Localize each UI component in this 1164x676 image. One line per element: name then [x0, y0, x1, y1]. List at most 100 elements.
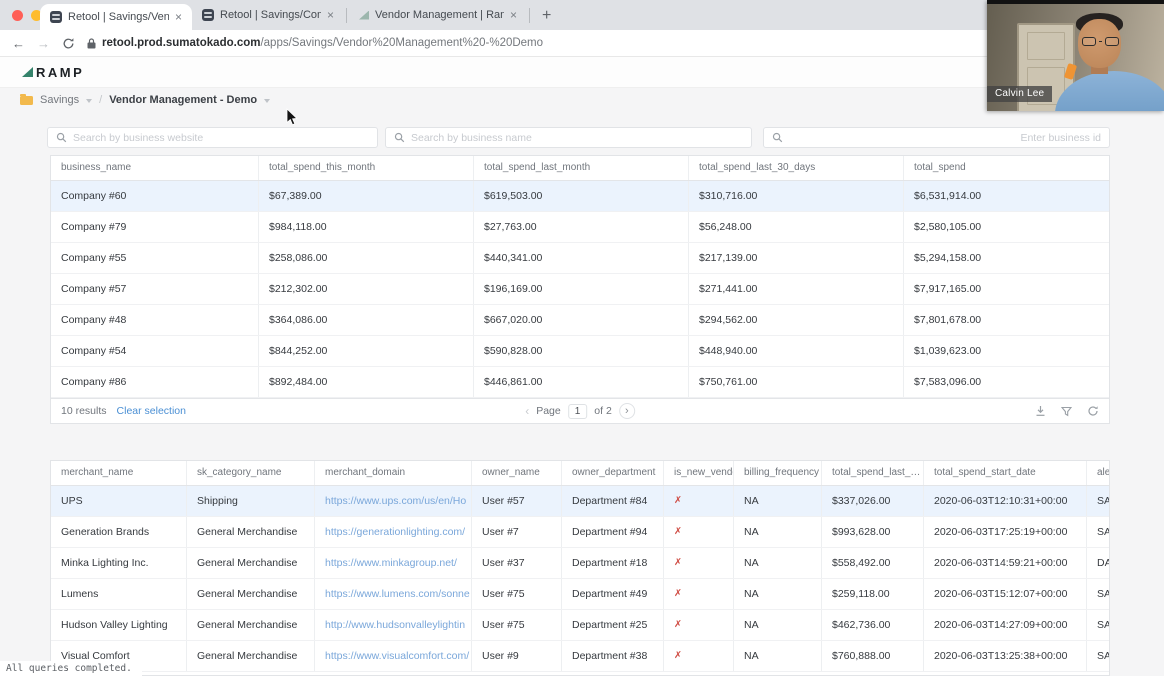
- breadcrumb-page[interactable]: Vendor Management - Demo: [109, 94, 257, 106]
- column-header[interactable]: merchant_domain: [314, 461, 471, 485]
- column-header[interactable]: total_spend_this_month: [258, 156, 473, 180]
- cell-domain-link[interactable]: https://www.lumens.com/sonne: [314, 579, 471, 609]
- ramp-logo: RAMP: [22, 65, 84, 80]
- search-name-input[interactable]: [411, 131, 743, 144]
- close-tab-icon[interactable]: ×: [510, 8, 517, 22]
- lock-icon: [87, 37, 96, 48]
- breadcrumb-separator: /: [99, 94, 103, 106]
- cell-billing-frequency: NA: [733, 517, 821, 547]
- cell-merchant-name: UPS: [61, 495, 83, 507]
- ramp-favicon-icon: [359, 10, 369, 20]
- cell-business-name: Company #86: [61, 376, 127, 388]
- cell-spend: $619,503.00: [473, 181, 688, 211]
- clear-selection-link[interactable]: Clear selection: [117, 405, 186, 417]
- cell-domain-link[interactable]: https://generationlighting.com/: [314, 517, 471, 547]
- column-header[interactable]: total_spend: [903, 156, 1109, 180]
- close-window-button[interactable]: [12, 10, 23, 21]
- tab-title: Retool | Savings/Vendor Mana: [68, 11, 169, 23]
- refresh-icon[interactable]: [1087, 405, 1099, 417]
- table-row[interactable]: Company #79 $984,118.00 $27,763.00 $56,2…: [51, 212, 1109, 243]
- cell-spend: $259,118.00: [821, 579, 923, 609]
- column-header[interactable]: owner_department: [561, 461, 663, 485]
- search-row: [47, 127, 1110, 148]
- next-page-icon[interactable]: ›: [618, 403, 635, 419]
- search-website-input[interactable]: [73, 131, 369, 144]
- tab-retool-vendor-management[interactable]: Retool | Savings/Vendor Mana ×: [40, 4, 192, 30]
- reload-icon[interactable]: [62, 37, 75, 50]
- column-header[interactable]: business_name: [51, 156, 258, 180]
- cell-start-date: 2020-06-03T14:27:09+00:00: [923, 610, 1086, 640]
- table-row[interactable]: Generation Brands General Merchandise ht…: [51, 517, 1109, 548]
- column-header[interactable]: total_spend_last_30_days: [821, 461, 923, 485]
- table-row[interactable]: Minka Lighting Inc. General Merchandise …: [51, 548, 1109, 579]
- column-header[interactable]: alert_status: [1086, 461, 1109, 485]
- tab-retool-command-center[interactable]: Retool | Savings/Command Ce ×: [192, 0, 344, 30]
- cell-billing-frequency: NA: [733, 548, 821, 578]
- filter-icon[interactable]: [1061, 406, 1072, 417]
- column-header[interactable]: sk_category_name: [186, 461, 314, 485]
- cell-alert-status: SAFE: [1086, 486, 1109, 516]
- participant-name-label: Calvin Lee: [987, 86, 1053, 102]
- cell-department: Department #49: [561, 579, 663, 609]
- cell-alert-status: DANGER: [1086, 548, 1109, 578]
- cell-owner: User #37: [471, 548, 561, 578]
- query-status-bar: All queries completed.: [0, 661, 142, 676]
- cell-department: Department #38: [561, 641, 663, 671]
- table-row[interactable]: Visual Comfort General Merchandise https…: [51, 641, 1109, 672]
- column-header[interactable]: total_spend_last_month: [473, 156, 688, 180]
- cell-domain-link[interactable]: https://www.ups.com/us/en/Ho: [314, 486, 471, 516]
- tab-divider: [346, 8, 347, 23]
- chevron-down-icon[interactable]: [86, 99, 93, 103]
- close-tab-icon[interactable]: ×: [327, 8, 334, 22]
- new-tab-button[interactable]: +: [542, 7, 551, 25]
- cell-domain-link[interactable]: https://www.visualcomfort.com/: [314, 641, 471, 671]
- prev-page-icon[interactable]: ‹: [525, 404, 529, 418]
- search-by-website-field[interactable]: [47, 127, 378, 148]
- cell-owner: User #75: [471, 610, 561, 640]
- column-header[interactable]: merchant_name: [51, 461, 186, 485]
- tab-divider: [529, 8, 530, 23]
- column-header[interactable]: total_spend_last_30_days: [688, 156, 903, 180]
- business-spend-table: business_name total_spend_this_month tot…: [50, 155, 1110, 424]
- table-row[interactable]: Company #60 $67,389.00 $619,503.00 $310,…: [51, 181, 1109, 212]
- search-icon: [56, 132, 67, 143]
- table-row[interactable]: Lumens General Merchandise https://www.l…: [51, 579, 1109, 610]
- business-id-input[interactable]: [789, 131, 1101, 144]
- cell-owner: User #75: [471, 579, 561, 609]
- column-header[interactable]: billing_frequency: [733, 461, 821, 485]
- forward-icon[interactable]: →: [37, 36, 50, 51]
- merchant-table: merchant_name sk_category_name merchant_…: [50, 460, 1110, 676]
- results-count: 10 results: [61, 405, 107, 417]
- retool-favicon-icon: [202, 9, 214, 21]
- search-by-name-field[interactable]: [385, 127, 752, 148]
- cell-category: General Merchandise: [186, 548, 314, 578]
- cell-spend: $27,763.00: [473, 212, 688, 242]
- cell-spend: $462,736.00: [821, 610, 923, 640]
- cell-domain-link[interactable]: https://www.minkagroup.net/: [314, 548, 471, 578]
- table-row[interactable]: Company #54 $844,252.00 $590,828.00 $448…: [51, 336, 1109, 367]
- column-header[interactable]: total_spend_start_date: [923, 461, 1086, 485]
- business-id-field[interactable]: [763, 127, 1110, 148]
- table-row[interactable]: Company #57 $212,302.00 $196,169.00 $271…: [51, 274, 1109, 305]
- chevron-down-icon[interactable]: [264, 99, 271, 103]
- table-row[interactable]: UPS Shipping https://www.ups.com/us/en/H…: [51, 486, 1109, 517]
- cell-spend: $750,761.00: [688, 367, 903, 397]
- table-row[interactable]: Company #86 $892,484.00 $446,861.00 $750…: [51, 367, 1109, 398]
- cell-business-name: Company #55: [61, 252, 127, 264]
- close-tab-icon[interactable]: ×: [175, 10, 182, 24]
- page-number-input[interactable]: 1: [567, 403, 588, 419]
- column-header[interactable]: owner_name: [471, 461, 561, 485]
- cell-new-vendor-x-icon: ✗: [663, 610, 733, 640]
- cell-spend: $2,580,105.00: [903, 212, 1109, 242]
- cell-spend: $56,248.00: [688, 212, 903, 242]
- breadcrumb-folder[interactable]: Savings: [40, 94, 79, 106]
- url-field[interactable]: retool.prod.sumatokado.com/apps/Savings/…: [87, 37, 543, 49]
- tab-ramp-vendor-management[interactable]: Vendor Management | Ramp ×: [349, 0, 527, 30]
- download-icon[interactable]: [1035, 405, 1046, 417]
- column-header[interactable]: is_new_vendor: [663, 461, 733, 485]
- table-row[interactable]: Company #48 $364,086.00 $667,020.00 $294…: [51, 305, 1109, 336]
- table-row[interactable]: Hudson Valley Lighting General Merchandi…: [51, 610, 1109, 641]
- back-icon[interactable]: ←: [12, 36, 25, 51]
- cell-domain-link[interactable]: http://www.hudsonvalleylightin: [314, 610, 471, 640]
- table-row[interactable]: Company #55 $258,086.00 $440,341.00 $217…: [51, 243, 1109, 274]
